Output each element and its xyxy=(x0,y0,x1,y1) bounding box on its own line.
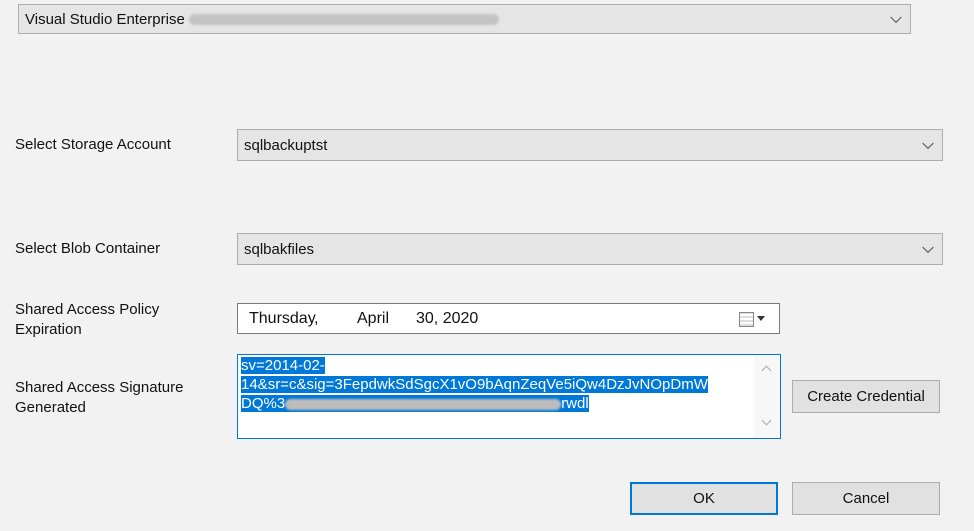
dropdown-arrow-icon[interactable] xyxy=(757,316,765,321)
redacted-signature xyxy=(285,398,562,410)
calendar-icon[interactable] xyxy=(739,312,754,327)
signature-line2: 14&sr=c&sig=3FepdwkSdSgcX1vO9bAqnZeqVe5i… xyxy=(241,376,708,393)
subscription-value: Visual Studio Enterprise xyxy=(25,10,185,28)
create-credential-button[interactable]: Create Credential xyxy=(792,380,940,413)
date-weekday[interactable]: Thursday xyxy=(249,310,316,328)
signature-line3-start: DQ%3 xyxy=(241,395,286,412)
signature-label: Shared Access Signature Generated xyxy=(15,378,183,418)
blob-container-value: sqlbakfiles xyxy=(244,240,315,258)
chevron-down-icon[interactable] xyxy=(890,11,902,24)
date-separator: , xyxy=(314,310,319,327)
storage-account-value: sqlbackuptst xyxy=(244,136,328,154)
blob-container-label: Select Blob Container xyxy=(15,240,161,257)
signature-line3-end: rwdl xyxy=(561,395,589,412)
subscription-combobox[interactable]: Visual Studio Enterprise xyxy=(18,4,911,34)
storage-account-label: Select Storage Account xyxy=(15,136,171,153)
expiration-label-line2: Expiration xyxy=(15,321,82,338)
redacted-subscription-id xyxy=(188,13,499,25)
expiration-label: Shared Access Policy Expiration xyxy=(15,300,159,340)
cancel-button[interactable]: Cancel xyxy=(792,482,940,515)
ok-button[interactable]: OK xyxy=(630,482,778,515)
expiration-label-line1: Shared Access Policy xyxy=(15,301,160,318)
signature-label-line2: Generated xyxy=(15,399,86,416)
chevron-down-icon[interactable] xyxy=(922,241,934,254)
expiration-date-picker[interactable]: Thursday , April 30, 2020 xyxy=(237,303,780,334)
date-month[interactable]: April xyxy=(357,310,389,328)
date-day-year[interactable]: 30, 2020 xyxy=(416,310,478,328)
signature-textbox[interactable]: sv=2014-02- 14&sr=c&sig=3FepdwkSdSgcX1vO… xyxy=(237,354,781,439)
scroll-down-icon[interactable] xyxy=(761,415,772,426)
textbox-scrollbar[interactable] xyxy=(754,355,780,438)
signature-label-line1: Shared Access Signature xyxy=(15,379,184,396)
blob-container-combobox[interactable]: sqlbakfiles xyxy=(237,233,943,265)
signature-line1: sv=2014-02- xyxy=(241,357,325,374)
chevron-down-icon[interactable] xyxy=(922,137,934,150)
scroll-up-icon[interactable] xyxy=(761,365,772,376)
storage-account-combobox[interactable]: sqlbackuptst xyxy=(237,129,943,161)
